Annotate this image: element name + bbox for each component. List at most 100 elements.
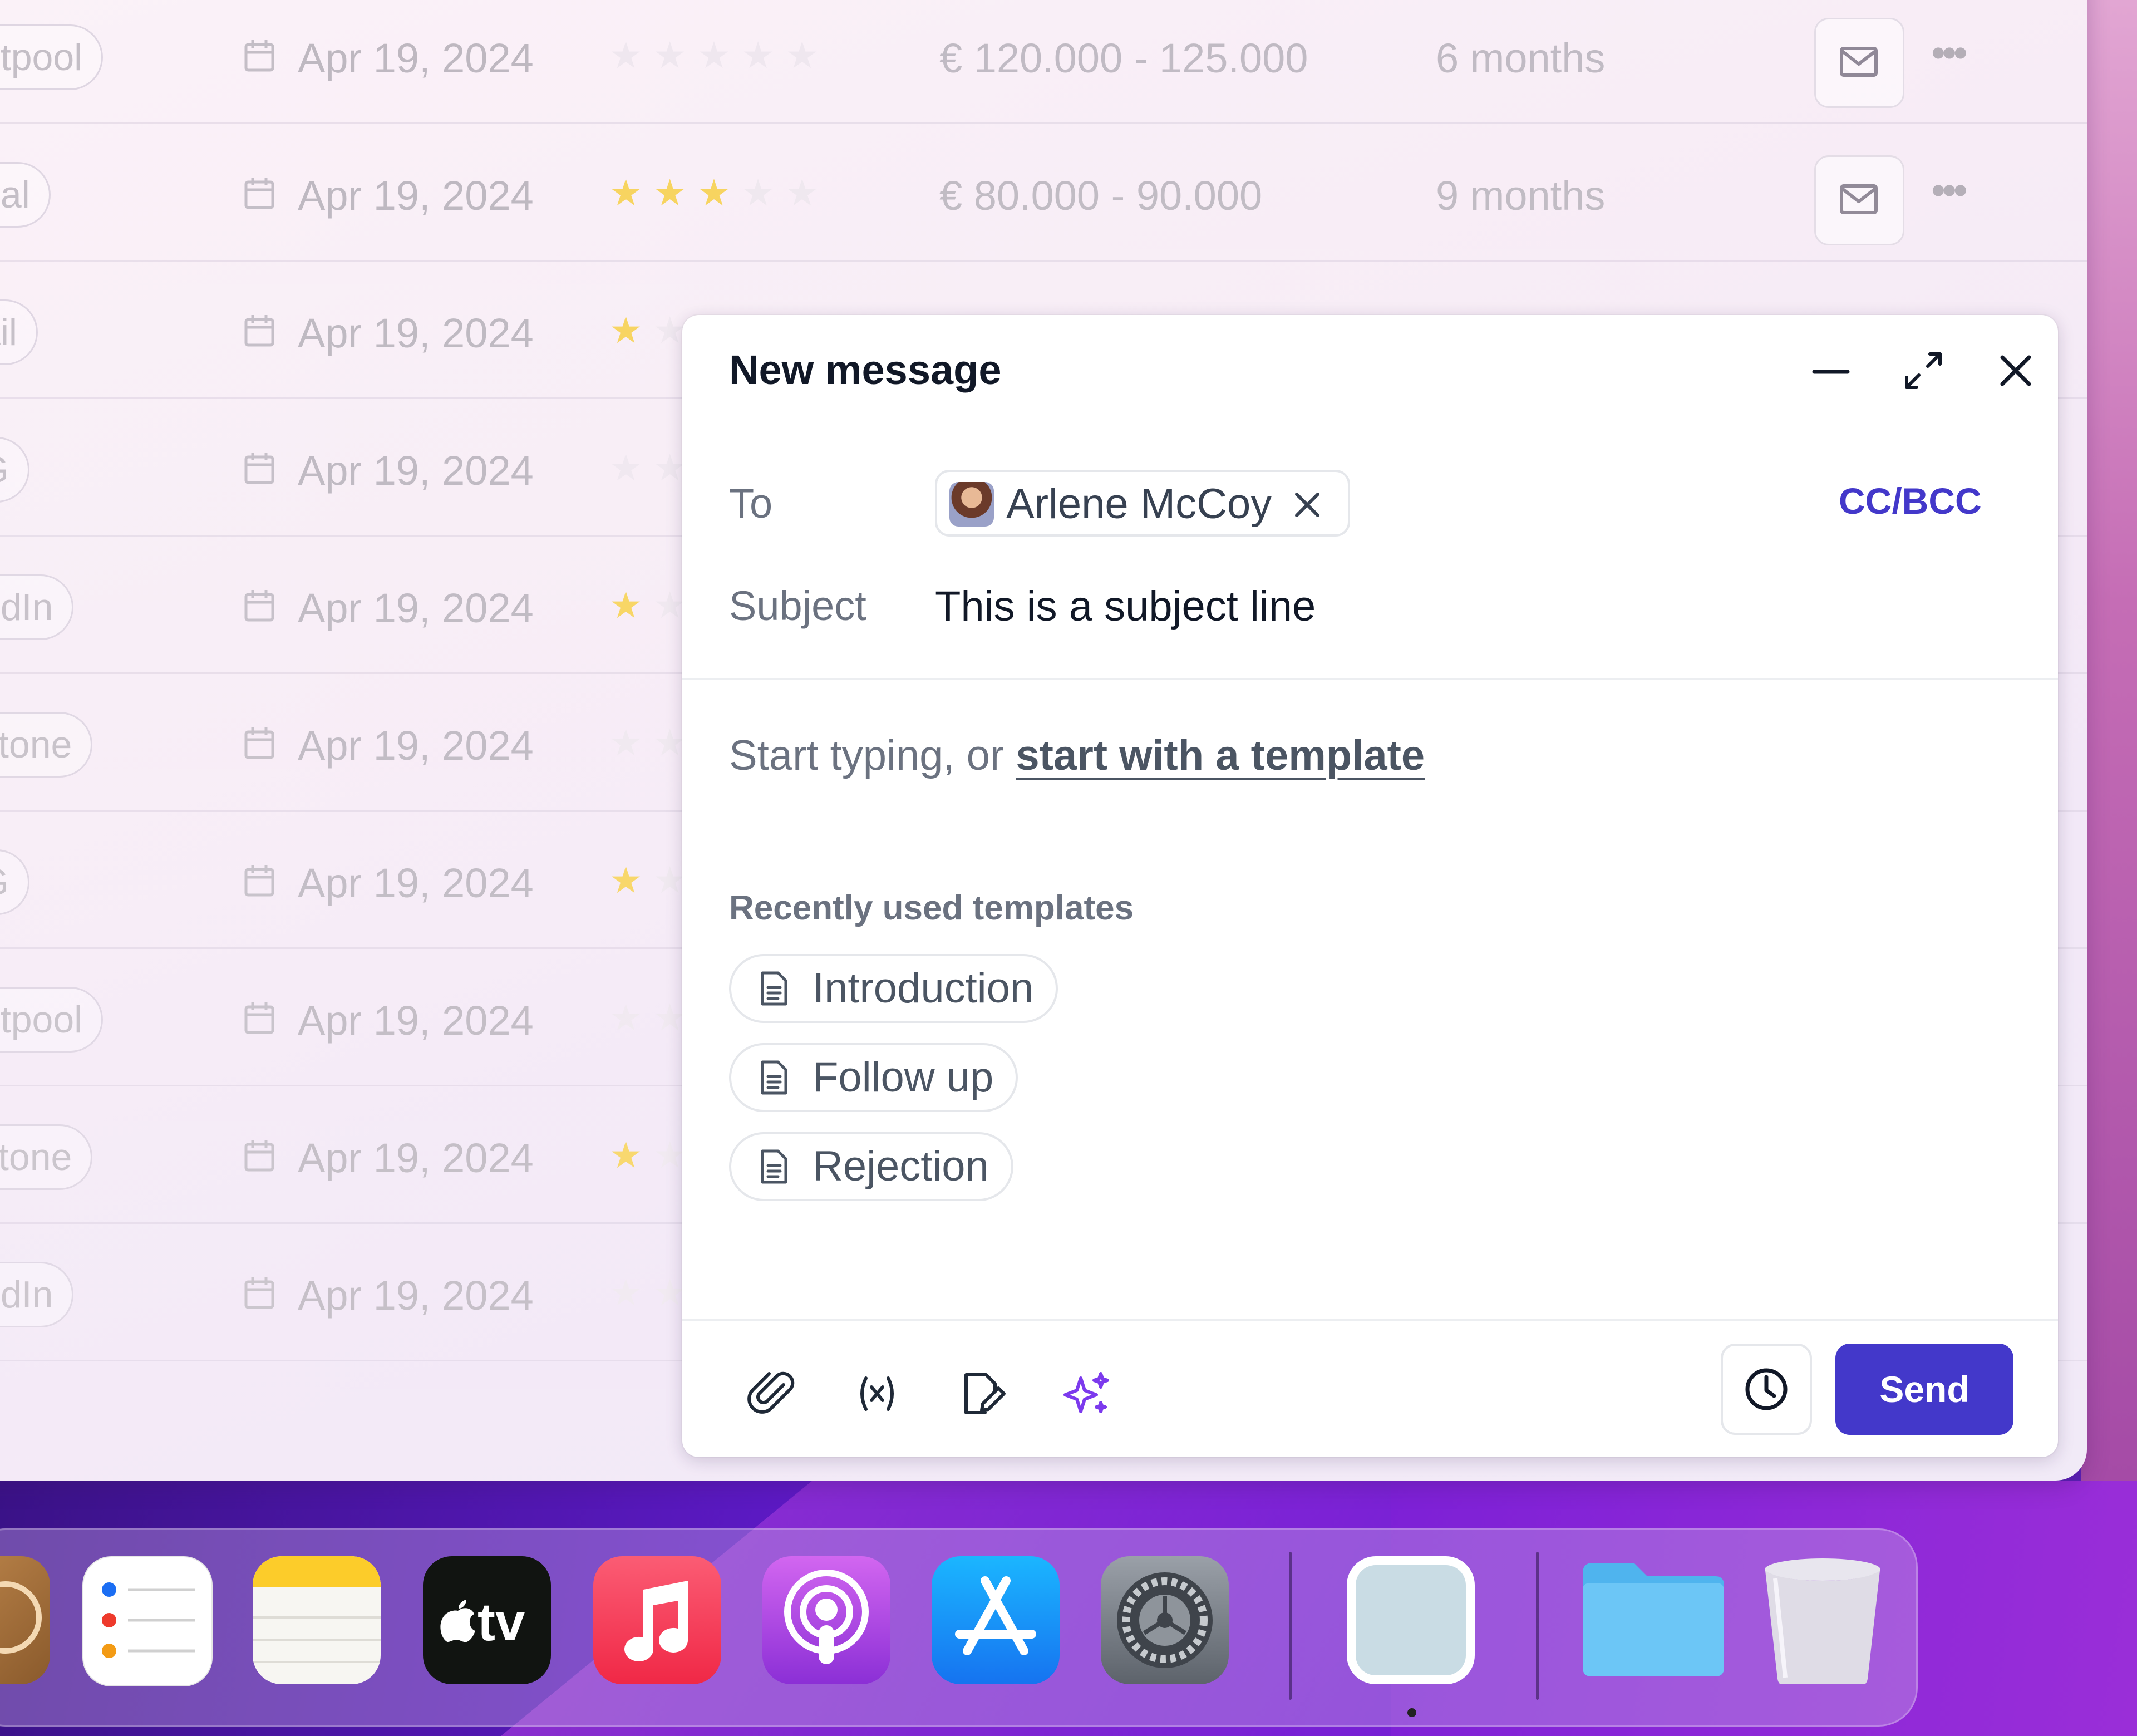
star-filled-icon: ★ — [609, 1134, 643, 1176]
template-label: Follow up — [813, 1054, 994, 1101]
rating-stars: ★★★★★ — [609, 37, 819, 73]
star-filled-icon: ★ — [609, 859, 643, 901]
dock-app-music[interactable] — [593, 1556, 721, 1684]
star-empty-icon: ★ — [609, 997, 643, 1038]
dock-app-preview[interactable] — [1347, 1556, 1475, 1684]
desktop-wallpaper — [2081, 0, 2137, 1503]
date-value: Apr 19, 2024 — [298, 173, 534, 219]
more-options-icon[interactable]: ••• — [1931, 166, 1968, 214]
document-icon — [761, 971, 787, 1006]
dock-app-notes[interactable] — [253, 1556, 381, 1684]
more-options-icon[interactable]: ••• — [1931, 29, 1968, 76]
template-label: Introduction — [813, 965, 1034, 1012]
dock-app-tv[interactable]: tv — [423, 1556, 551, 1684]
template-label: Rejection — [813, 1143, 989, 1190]
star-empty-icon: ★ — [785, 172, 819, 213]
dock-app-files[interactable] — [1578, 1556, 1729, 1684]
date-text: Apr 19, 2024 — [242, 997, 534, 1044]
subject-input[interactable]: This is a subject line — [935, 582, 1316, 631]
dock-app-system-settings[interactable] — [1101, 1556, 1229, 1684]
star-empty-icon: ★ — [741, 172, 775, 213]
date-value: Apr 19, 2024 — [298, 722, 534, 769]
footer-divider — [682, 1319, 2058, 1321]
email-button[interactable] — [1814, 18, 1904, 108]
variable-icon[interactable] — [849, 1366, 905, 1422]
source-badge: edIn — [0, 574, 74, 640]
rating-stars: ★★★★★ — [609, 174, 819, 211]
dock-separator — [1289, 1552, 1292, 1700]
preview-thumbnail — [1356, 1565, 1466, 1675]
signature-icon[interactable] — [954, 1366, 1010, 1422]
date-text: Apr 19, 2024 — [242, 584, 534, 632]
minimize-icon[interactable] — [1803, 343, 1859, 399]
avatar — [949, 482, 994, 527]
paperclip-icon[interactable] — [745, 1366, 800, 1422]
dock-app-app-store[interactable] — [932, 1556, 1060, 1684]
star-empty-icon: ★ — [653, 722, 687, 763]
ai-sparkle-icon[interactable] — [1058, 1366, 1114, 1422]
tv-label: tv — [477, 1592, 525, 1652]
cc-bcc-button[interactable]: CC/BCC — [1839, 480, 1982, 522]
close-icon[interactable] — [1988, 343, 2044, 399]
expand-icon[interactable] — [1895, 343, 1951, 399]
recipient-chip[interactable]: Arlene McCoy — [935, 470, 1350, 537]
document-icon — [761, 1149, 787, 1184]
source-badge: edIn — [0, 1262, 74, 1327]
start-with-template-link[interactable]: start with a template — [1016, 732, 1425, 779]
star-filled-icon: ★ — [609, 172, 643, 213]
dock-app-reminders[interactable] — [82, 1556, 213, 1686]
dock-app-podcasts[interactable] — [762, 1556, 890, 1684]
star-filled-icon: ★ — [653, 172, 687, 213]
date-value: Apr 19, 2024 — [298, 447, 534, 494]
star-empty-icon: ★ — [785, 35, 819, 76]
date-value: Apr 19, 2024 — [298, 997, 534, 1044]
new-message-dialog: New message To Arlene McCoy CC/BCC Subje… — [682, 315, 2058, 1457]
source-badge: nal — [0, 162, 51, 228]
star-empty-icon: ★ — [653, 997, 687, 1038]
remove-recipient-icon[interactable] — [1288, 485, 1327, 524]
star-empty-icon: ★ — [653, 584, 687, 626]
template-chip-follow-up[interactable]: Follow up — [729, 1043, 1018, 1112]
star-empty-icon: ★ — [609, 722, 643, 763]
dialog-title: New message — [729, 347, 1002, 393]
source-badge: G — [0, 437, 29, 503]
template-chip-rejection[interactable]: Rejection — [729, 1132, 1013, 1201]
date-value: Apr 19, 2024 — [298, 585, 534, 631]
message-body-input[interactable]: Start typing, or start with a template — [729, 731, 1425, 780]
email-button[interactable] — [1814, 155, 1904, 245]
star-filled-icon: ★ — [697, 172, 731, 213]
star-filled-icon: ★ — [609, 309, 643, 351]
salary-range: € 120.000 - 125.000 — [939, 35, 1308, 81]
source-badge: ntpool — [0, 24, 104, 90]
apple-logo-icon — [440, 1600, 475, 1642]
date-value: Apr 19, 2024 — [298, 35, 534, 81]
dock-app-contacts[interactable] — [0, 1556, 50, 1684]
contract-duration: 9 months — [1436, 173, 1606, 219]
source-badge: G — [0, 849, 29, 915]
music-note-icon — [624, 1581, 688, 1661]
envelope-icon — [1840, 47, 1878, 77]
running-indicator — [1407, 1708, 1416, 1717]
date-text: Apr 19, 2024 — [242, 35, 534, 82]
star-empty-icon: ★ — [653, 447, 687, 488]
source-badge: ail — [0, 299, 38, 365]
header-divider — [682, 678, 2058, 680]
dock-app-trash[interactable] — [1759, 1556, 1887, 1684]
envelope-icon — [1840, 184, 1878, 214]
schedule-send-button[interactable] — [1721, 1344, 1812, 1435]
subject-label: Subject — [729, 583, 866, 629]
star-empty-icon: ★ — [609, 1272, 643, 1313]
date-text: Apr 19, 2024 — [242, 447, 534, 494]
star-empty-icon: ★ — [609, 447, 643, 488]
date-value: Apr 19, 2024 — [298, 1135, 534, 1181]
star-empty-icon: ★ — [609, 35, 643, 76]
date-text: Apr 19, 2024 — [242, 309, 534, 357]
star-empty-icon: ★ — [697, 35, 731, 76]
star-empty-icon: ★ — [653, 1272, 687, 1313]
star-filled-icon: ★ — [609, 584, 643, 626]
recent-templates-heading: Recently used templates — [729, 889, 1134, 927]
template-chip-introduction[interactable]: Introduction — [729, 954, 1058, 1023]
gear-icon — [1117, 1572, 1213, 1668]
dock-separator — [1536, 1552, 1539, 1700]
send-button[interactable]: Send — [1835, 1344, 2013, 1435]
